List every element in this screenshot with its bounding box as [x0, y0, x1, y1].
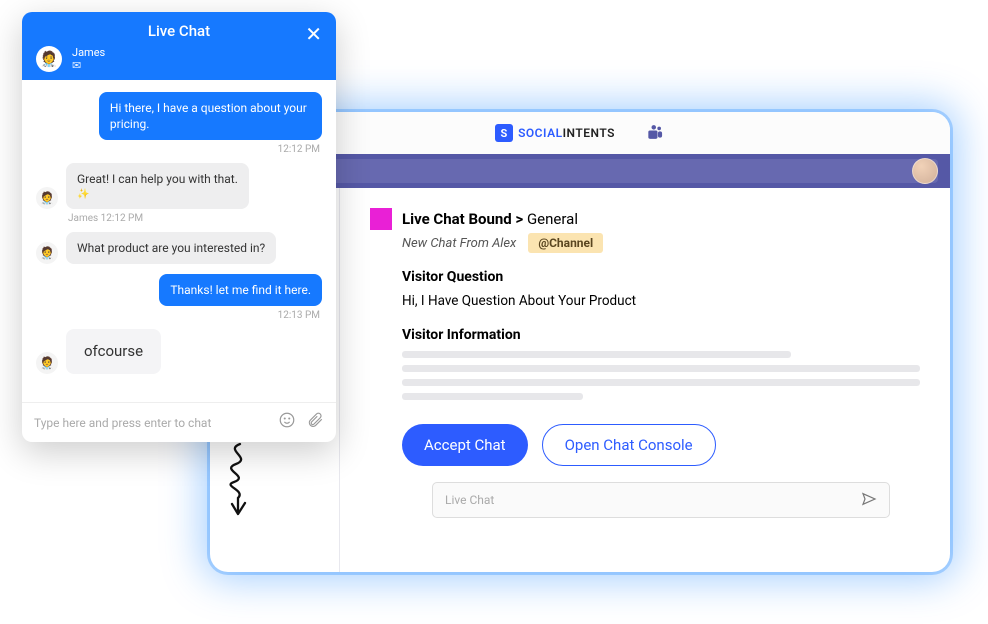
sparkle-icon: ✨: [77, 188, 238, 202]
visitor-info-placeholder: [402, 351, 920, 400]
open-chat-console-button[interactable]: Open Chat Console: [542, 424, 716, 466]
agent-avatar-icon: 🧑‍⚕️: [36, 46, 62, 72]
agent-avatar-icon: 🧑‍⚕️: [36, 242, 58, 264]
agent-row: 🧑‍⚕️ James ✉: [36, 46, 322, 72]
live-chat-widget: Live Chat ✕ 🧑‍⚕️ James ✉ Hi there, I hav…: [22, 12, 336, 442]
chat-body: Hi there, I have a question about your p…: [22, 80, 336, 402]
teams-main: Live Chat Bound > General New Chat From …: [340, 188, 950, 572]
channel-title-bold: Live Chat Bound >: [402, 210, 523, 228]
logo-text-social: SOCIAL: [518, 126, 563, 140]
message-bubble: Great! I can help you with that. ✨: [66, 163, 249, 209]
message-outgoing: Hi there, I have a question about your p…: [36, 92, 322, 140]
info-line: [402, 379, 920, 386]
action-row: Accept Chat Open Chat Console: [402, 424, 920, 466]
agent-name: James: [72, 46, 105, 59]
message-bubble: Thanks! let me find it here.: [159, 274, 322, 306]
compose-input[interactable]: Live Chat: [432, 482, 890, 518]
channel-color-icon: [370, 208, 392, 230]
channel-title: Live Chat Bound > General: [402, 210, 578, 228]
send-icon[interactable]: [861, 491, 877, 510]
info-line: [402, 393, 583, 400]
message-text: Great! I can help you with that.: [77, 171, 238, 187]
attachment-icon[interactable]: [306, 411, 324, 434]
message-time: 12:13 PM: [36, 310, 322, 321]
chat-input[interactable]: Type here and press enter to chat: [34, 416, 268, 430]
mail-icon: ✉: [72, 59, 105, 72]
compose-placeholder: Live Chat: [445, 493, 494, 507]
socialintents-logo: S SOCIALINTENTS: [495, 124, 615, 142]
accept-chat-button[interactable]: Accept Chat: [402, 424, 528, 466]
visitor-info-heading: Visitor Information: [402, 327, 920, 343]
channel-subline: New Chat From Alex @Channel: [402, 233, 920, 253]
visitor-question-text: Hi, I Have Question About Your Product: [402, 293, 920, 309]
message-author-time: James 12:12 PM: [36, 213, 322, 224]
visitor-question-heading: Visitor Question: [402, 269, 920, 285]
new-chat-from: New Chat From Alex: [402, 236, 516, 251]
emoji-icon[interactable]: [278, 411, 296, 434]
chat-title: Live Chat: [148, 22, 210, 40]
info-line: [402, 351, 791, 358]
message-bubble: What product are you interested in?: [66, 232, 276, 264]
channel-badge: @Channel: [528, 233, 603, 253]
message-bubble: Hi there, I have a question about your p…: [99, 92, 322, 140]
agent-avatar-icon: 🧑‍⚕️: [36, 352, 58, 374]
msteams-icon: [645, 123, 665, 143]
message-bubble: ofcourse: [66, 329, 161, 373]
message-incoming: 🧑‍⚕️ ofcourse: [36, 329, 322, 373]
socialintents-badge-icon: S: [495, 124, 513, 142]
agent-avatar-icon: 🧑‍⚕️: [36, 187, 58, 209]
channel-title-general: General: [523, 210, 578, 228]
message-incoming: 🧑‍⚕️ What product are you interested in?: [36, 232, 322, 264]
chat-input-row: Type here and press enter to chat: [22, 402, 336, 442]
logo-text-intents: INTENTS: [563, 126, 615, 140]
info-line: [402, 365, 920, 372]
message-outgoing: Thanks! let me find it here.: [36, 274, 322, 306]
channel-header: Live Chat Bound > General: [370, 208, 920, 230]
message-incoming: 🧑‍⚕️ Great! I can help you with that. ✨: [36, 163, 322, 209]
message-time: 12:12 PM: [36, 144, 322, 155]
user-avatar[interactable]: [912, 158, 938, 184]
chat-header: Live Chat ✕ 🧑‍⚕️ James ✉: [22, 12, 336, 80]
close-icon[interactable]: ✕: [305, 22, 322, 46]
